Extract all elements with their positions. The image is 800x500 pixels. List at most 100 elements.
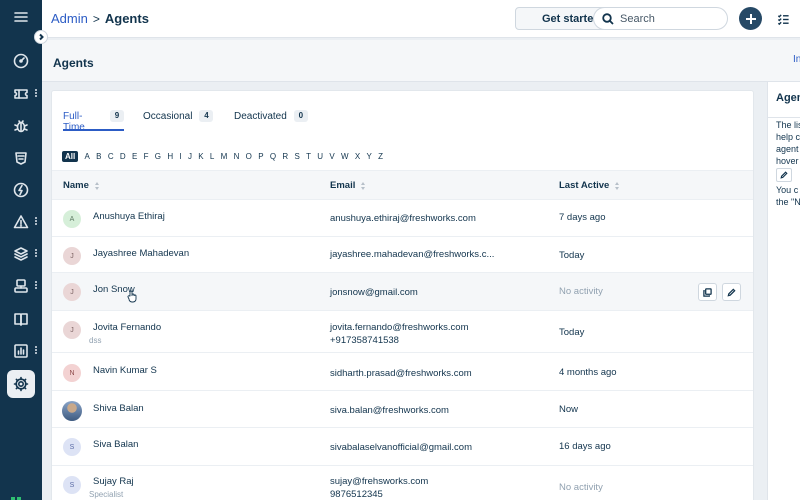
search-box[interactable]	[593, 7, 728, 30]
alphabet-filter-letter[interactable]: W	[341, 152, 349, 161]
table-row[interactable]: J Jon Snow jonsnow@gmail.com No activity	[52, 273, 753, 311]
help-text-line: You c	[776, 185, 799, 195]
table-row[interactable]: S Sujay Raj Specialist sujay@frehsworks.…	[52, 466, 753, 500]
table-row[interactable]: Shiva Balan siva.balan@freshworks.com No…	[52, 391, 753, 428]
tab-label: Deactivated	[234, 111, 287, 122]
alphabet-filter-letter[interactable]: X	[355, 152, 360, 161]
agent-last-active: Today	[559, 250, 585, 261]
column-header-name[interactable]: Name	[63, 180, 100, 191]
chevron-right-icon	[39, 33, 44, 41]
agent-email: siva.balan@freshworks.com	[330, 405, 449, 416]
alphabet-filter-letter[interactable]: I	[179, 152, 181, 161]
alphabet-filter: All A B C D E F G H I J K L M N O P Q R S T U V W X Y Z	[62, 151, 389, 162]
top-header: Admin > Agents Get started	[42, 0, 800, 38]
agent-name[interactable]: Shiva Balan	[93, 403, 144, 414]
admin-icon[interactable]	[7, 370, 35, 398]
header-action-link[interactable]: In	[793, 54, 800, 65]
alerts-icon[interactable]	[11, 212, 31, 232]
agent-email: sujay@frehsworks.com	[330, 476, 429, 487]
help-edit-sample	[776, 168, 792, 182]
alphabet-filter-letter[interactable]: T	[306, 152, 311, 161]
alphabet-filter-letter[interactable]: C	[108, 152, 114, 161]
agent-name[interactable]: Jayashree Mahadevan	[93, 248, 189, 259]
clone-agent-button[interactable]	[698, 283, 717, 301]
table-row[interactable]: N Navin Kumar S sidharth.prasad@freshwor…	[52, 353, 753, 391]
agent-name[interactable]: Jovita Fernando	[93, 322, 161, 333]
reports-icon[interactable]	[11, 341, 31, 361]
assets-icon[interactable]	[11, 244, 31, 264]
alphabet-filter-letter[interactable]: J	[188, 152, 192, 161]
tab-occasional[interactable]: Occasional 4	[143, 110, 214, 131]
left-navigation	[0, 0, 42, 500]
tab-full-time[interactable]: Full-Time 9	[63, 110, 124, 133]
search-icon	[602, 12, 614, 25]
dashboard-icon[interactable]	[11, 51, 31, 71]
breadcrumb-current: Agents	[104, 11, 149, 26]
agent-designation: Specialist	[89, 490, 124, 499]
search-input[interactable]	[620, 12, 720, 25]
agent-name[interactable]: Navin Kumar S	[93, 365, 157, 376]
sort-icon	[94, 181, 100, 190]
avatar: S	[63, 438, 81, 456]
alphabet-filter-all[interactable]: All	[62, 151, 79, 162]
column-header-last-active[interactable]: Last Active	[559, 180, 620, 191]
avatar: J	[63, 283, 81, 301]
tasks-button[interactable]	[772, 9, 794, 29]
alphabet-filter-letter[interactable]: A	[85, 152, 90, 161]
agent-designation: dss	[89, 336, 102, 345]
tickets-icon[interactable]	[11, 84, 31, 104]
breadcrumb-admin-link[interactable]: Admin	[51, 11, 88, 26]
alphabet-filter-letter[interactable]: M	[221, 152, 228, 161]
changes-icon[interactable]	[11, 148, 31, 168]
avatar-photo	[62, 401, 82, 421]
table-row[interactable]: J Jovita Fernando dss jovita.fernando@fr…	[52, 311, 753, 353]
reports-more-icon[interactable]	[34, 345, 38, 357]
expand-nav-button[interactable]	[34, 30, 48, 44]
alphabet-filter-letter[interactable]: Z	[378, 152, 383, 161]
alphabet-filter-letter[interactable]: S	[294, 152, 299, 161]
alphabet-filter-letter[interactable]: P	[258, 152, 263, 161]
problems-icon[interactable]	[11, 116, 31, 136]
alphabet-filter-letter[interactable]: G	[155, 152, 161, 161]
table-row[interactable]: S Siva Balan sivabalaselvanofficial@gmai…	[52, 428, 753, 466]
alphabet-filter-letter[interactable]: O	[246, 152, 252, 161]
table-row[interactable]: A Anushuya Ethiraj anushuya.ethiraj@fres…	[52, 200, 753, 237]
agent-name[interactable]: Anushuya Ethiraj	[93, 211, 165, 222]
alphabet-filter-letter[interactable]: F	[144, 152, 149, 161]
menu-icon[interactable]	[11, 7, 31, 27]
checklist-icon	[777, 13, 789, 25]
projects-more-icon[interactable]	[34, 280, 38, 292]
alphabet-filter-letter[interactable]: H	[167, 152, 173, 161]
tab-deactivated[interactable]: Deactivated 0	[234, 110, 308, 131]
agent-email: anushuya.ethiraj@freshworks.com	[330, 213, 476, 224]
alphabet-filter-letter[interactable]: K	[198, 152, 203, 161]
alphabet-filter-letter[interactable]: L	[210, 152, 214, 161]
agent-last-active: 4 months ago	[559, 367, 617, 378]
assets-more-icon[interactable]	[34, 248, 38, 260]
table-row[interactable]: J Jayashree Mahadevan jayashree.mahadeva…	[52, 237, 753, 273]
agent-phone: +917358741538	[330, 335, 399, 346]
alphabet-filter-letter[interactable]: E	[132, 152, 137, 161]
alphabet-filter-letter[interactable]: Y	[367, 152, 372, 161]
solutions-icon[interactable]	[11, 309, 31, 329]
alphabet-filter-letter[interactable]: Q	[270, 152, 276, 161]
edit-agent-button[interactable]	[722, 283, 741, 301]
agent-last-active: 16 days ago	[559, 441, 611, 452]
page-title-bar: Agents In	[42, 40, 800, 82]
releases-icon[interactable]	[11, 180, 31, 200]
alphabet-filter-letter[interactable]: N	[234, 152, 240, 161]
add-new-button[interactable]	[739, 7, 762, 30]
tickets-more-icon[interactable]	[34, 88, 38, 100]
agent-last-active: Now	[559, 404, 579, 415]
help-text-line: help c	[776, 132, 800, 142]
projects-icon[interactable]	[11, 276, 31, 296]
alphabet-filter-letter[interactable]: V	[329, 152, 334, 161]
alphabet-filter-letter[interactable]: D	[120, 152, 126, 161]
alerts-more-icon[interactable]	[34, 216, 38, 228]
alphabet-filter-letter[interactable]: R	[282, 152, 288, 161]
column-header-email[interactable]: Email	[330, 180, 366, 191]
agent-name[interactable]: Siva Balan	[93, 439, 138, 450]
alphabet-filter-letter[interactable]: B	[96, 152, 101, 161]
alphabet-filter-letter[interactable]: U	[317, 152, 323, 161]
agent-name[interactable]: Sujay Raj	[93, 476, 134, 487]
